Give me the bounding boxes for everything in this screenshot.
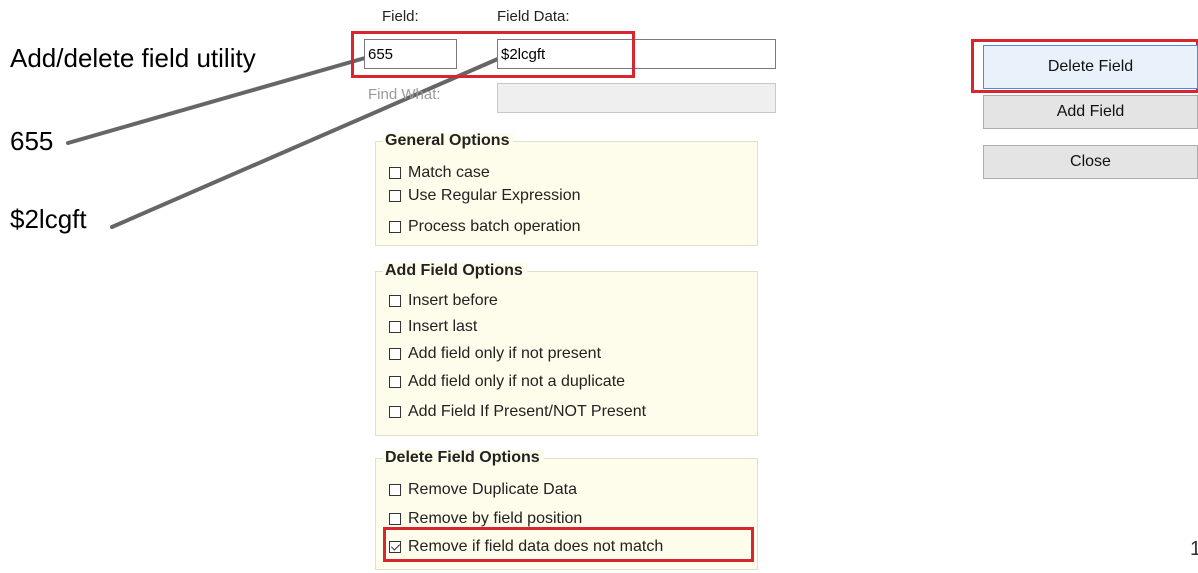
checkbox-icon [389,513,401,525]
remove-if-not-match-checkbox[interactable]: Remove if field data does not match [389,539,663,555]
add-field-options-group: Add Field Options Insert before Insert l… [375,263,758,436]
delete-field-options-group: Delete Field Options Remove Duplicate Da… [375,450,758,570]
checkbox-icon [389,295,401,307]
process-batch-operation-label: Process batch operation [408,218,581,235]
checkbox-icon [389,406,401,418]
use-regular-expression-checkbox[interactable]: Use Regular Expression [389,188,581,204]
remove-if-not-match-label: Remove if field data does not match [408,538,664,555]
add-field-options-title: Add Field Options [383,263,527,279]
close-button[interactable]: Close [983,145,1198,179]
insert-last-label: Insert last [408,318,478,335]
match-case-label: Match case [408,164,490,181]
add-if-not-present-label: Add field only if not present [408,345,602,362]
general-options-group: General Options Match case Use Regular E… [375,133,758,246]
remove-by-position-label: Remove by field position [408,510,583,527]
use-regular-expression-label: Use Regular Expression [408,187,581,204]
insert-before-label: Insert before [408,292,498,309]
find-what-label: Find What: [368,86,441,103]
checkbox-icon [389,376,401,388]
checkbox-checked-icon [389,541,401,553]
insert-last-checkbox[interactable]: Insert last [389,319,477,335]
annotation-data-example: $2lcgft [10,204,87,234]
checkbox-icon [389,167,401,179]
add-if-present-checkbox[interactable]: Add Field If Present/NOT Present [389,404,646,420]
field-input[interactable] [364,39,457,69]
add-if-not-present-checkbox[interactable]: Add field only if not present [389,346,601,362]
page-number: 1 [1190,538,1198,560]
general-options-title: General Options [383,133,514,149]
remove-by-position-checkbox[interactable]: Remove by field position [389,511,582,527]
remove-duplicate-data-label: Remove Duplicate Data [408,481,577,498]
delete-field-options-title: Delete Field Options [383,450,544,466]
process-batch-operation-checkbox[interactable]: Process batch operation [389,219,581,235]
checkbox-icon [389,484,401,496]
add-if-present-label: Add Field If Present/NOT Present [408,403,647,420]
checkbox-icon [389,221,401,233]
checkbox-icon [389,321,401,333]
field-label: Field: [382,8,419,25]
checkbox-icon [389,348,401,360]
annotation-field-example: 655 [10,126,54,156]
add-field-button[interactable]: Add Field [983,95,1198,129]
add-if-not-duplicate-checkbox[interactable]: Add field only if not a duplicate [389,374,625,390]
add-if-not-duplicate-label: Add field only if not a duplicate [408,373,626,390]
insert-before-checkbox[interactable]: Insert before [389,293,498,309]
find-what-input[interactable] [497,83,776,113]
remove-duplicate-data-checkbox[interactable]: Remove Duplicate Data [389,482,577,498]
delete-field-button[interactable]: Delete Field [983,45,1198,89]
checkbox-icon [389,190,401,202]
annotation-title: Add/delete field utility [10,43,256,73]
field-data-input[interactable] [497,39,776,69]
match-case-checkbox[interactable]: Match case [389,165,490,181]
field-data-label: Field Data: [497,8,570,25]
